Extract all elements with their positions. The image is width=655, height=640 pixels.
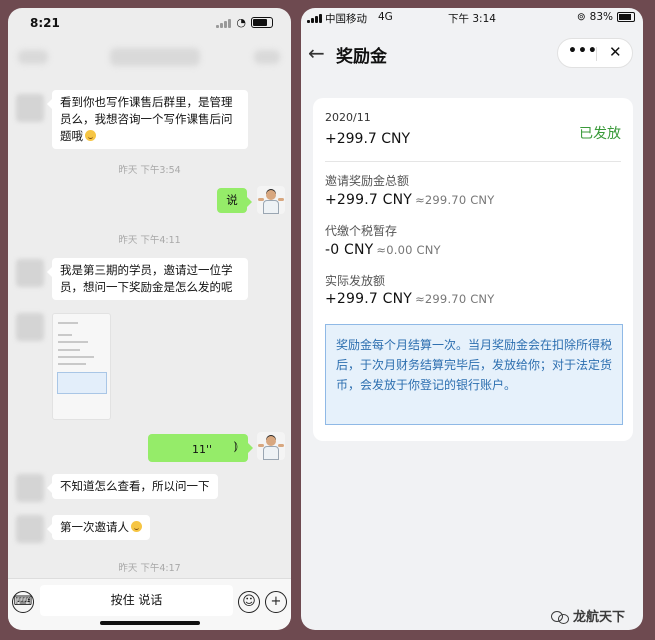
back-arrow-icon[interactable]: ← (308, 41, 325, 65)
my-avatar[interactable] (257, 432, 285, 460)
message-text: 说 (226, 193, 238, 207)
chat-screen: 8:21 ◔ 看到你也写作课售后群里，是管理员么，我想咨询一个写作课售后问题哦 … (8, 8, 291, 630)
image-message-thumbnail[interactable] (52, 313, 111, 420)
message-bubble[interactable]: 我是第三期的学员，邀请过一位学员，想问一下奖励金是怎么发的呢 (47, 258, 248, 300)
message-bubble[interactable]: 不知道怎么查看，所以问一下 (47, 474, 218, 499)
mini-program-capsule: ••• ✕ (557, 38, 633, 68)
status-bar: 中国移动 4G 下午 3:14 ⊚ 83% (301, 8, 643, 28)
smile-emoji-icon (85, 130, 96, 141)
status-bar: 8:21 ◔ (8, 8, 291, 38)
close-icon[interactable]: ✕ (609, 43, 622, 61)
message-text: 第一次邀请人 (60, 520, 129, 534)
timestamp: 昨天 下午4:17 (118, 563, 181, 574)
watermark: 龙航天下 (550, 606, 625, 625)
battery-icon (251, 17, 273, 28)
home-indicator (100, 621, 200, 625)
status-badge: 已发放 (579, 126, 621, 142)
plus-icon[interactable]: + (265, 591, 287, 613)
row-label: 实际发放额 (325, 274, 386, 288)
chat-header (18, 44, 281, 74)
status-time: 8:21 (30, 16, 60, 30)
smile-emoji-icon (131, 521, 142, 532)
watermark-text: 龙航天下 (572, 610, 625, 625)
row-amount: +299.7 CNY ≈299.70 CNY (325, 291, 495, 307)
nav-bar: ← 奖励金 ••• ✕ (301, 32, 643, 76)
contact-avatar[interactable] (16, 94, 44, 122)
row-label: 邀请奖励金总额 (325, 174, 410, 188)
keyboard-icon[interactable]: ⌨ (12, 591, 34, 613)
sent-message-bubble[interactable]: 说 (217, 188, 252, 213)
message-text: 不知道怎么查看，所以问一下 (60, 479, 210, 493)
contact-avatar[interactable] (16, 515, 44, 543)
divider (325, 161, 621, 162)
more-icon[interactable]: ••• (568, 43, 598, 59)
signal-icon (216, 18, 232, 28)
wechat-logo-icon (550, 609, 569, 624)
location-icon: ⊚ (576, 11, 586, 23)
voice-duration: 11'' (191, 443, 212, 456)
row-amount: -0 CNY ≈0.00 CNY (325, 242, 441, 258)
reward-card: 2020/11 +299.7 CNY 已发放 邀请奖励金总额 +299.7 CN… (313, 98, 633, 441)
reward-period: 2020/11 (325, 111, 371, 124)
battery-icon (617, 12, 635, 22)
hold-to-talk-button[interactable]: 按住 说话 (40, 585, 233, 616)
reward-screen: 中国移动 4G 下午 3:14 ⊚ 83% ← 奖励金 ••• ✕ 2020/1… (301, 8, 643, 630)
timestamp: 昨天 下午3:54 (118, 165, 181, 176)
settlement-notice: 奖励金每个月结算一次。当月奖励金会在扣除所得税后，于次月财务结算完毕后，发放给你… (325, 324, 623, 425)
page-title: 奖励金 (336, 47, 387, 67)
row-label: 代缴个税暂存 (325, 224, 398, 238)
battery-percent: 83% (589, 11, 613, 23)
chat-input-bar: ⌨ 按住 说话 ☺ + (8, 578, 291, 630)
my-avatar[interactable] (257, 186, 285, 214)
contact-avatar[interactable] (16, 474, 44, 502)
reward-total: +299.7 CNY (325, 131, 411, 147)
emoji-icon[interactable]: ☺ (238, 591, 260, 613)
message-bubble[interactable]: 看到你也写作课售后群里，是管理员么，我想咨询一个写作课售后问题哦 (47, 90, 248, 149)
message-text: 我是第三期的学员，邀请过一位学员，想问一下奖励金是怎么发的呢 (60, 263, 233, 294)
voice-message-bubble[interactable]: 11'' ⦆ (148, 434, 253, 462)
wifi-icon: ◔ (236, 16, 246, 29)
contact-avatar[interactable] (16, 313, 44, 341)
timestamp: 昨天 下午4:11 (118, 235, 181, 246)
contact-avatar[interactable] (16, 259, 44, 287)
message-bubble[interactable]: 第一次邀请人 (47, 515, 150, 540)
row-amount: +299.7 CNY ≈299.70 CNY (325, 192, 495, 208)
voice-wave-icon: ⦆ (233, 439, 238, 454)
